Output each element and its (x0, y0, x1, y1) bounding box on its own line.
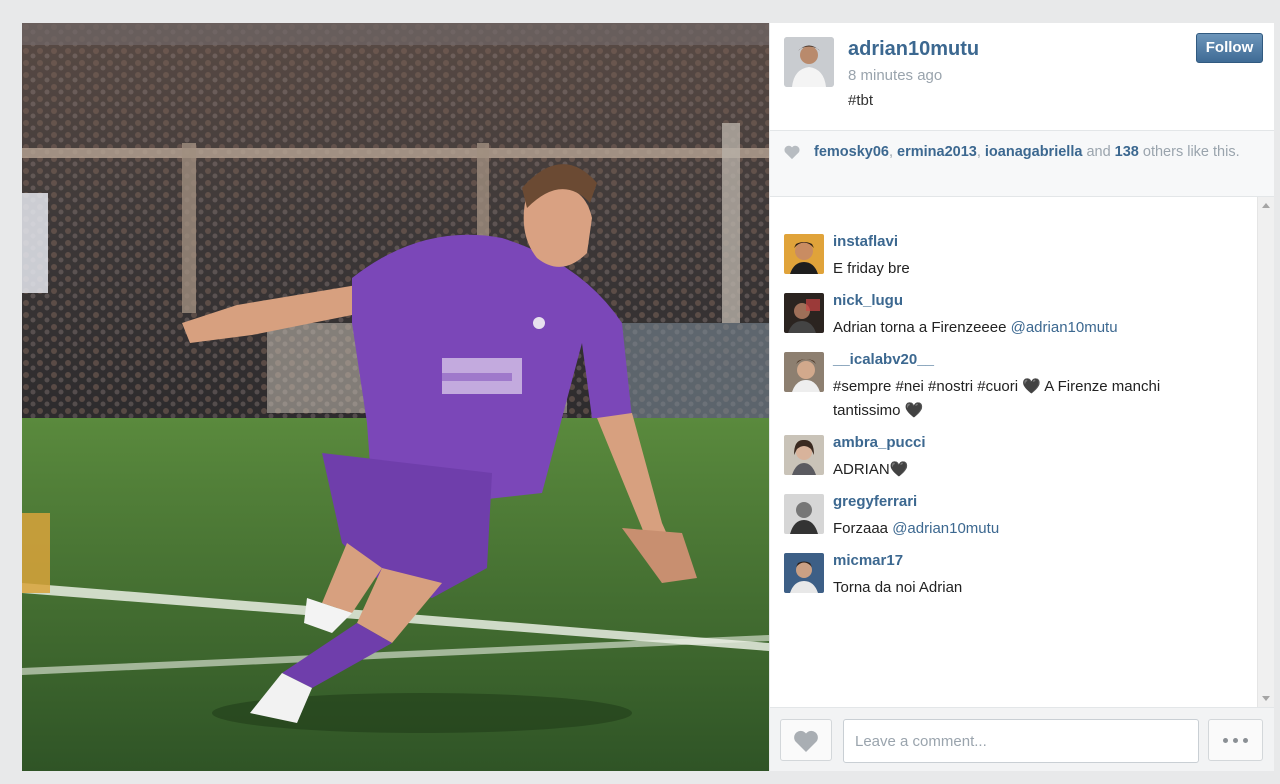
author-username[interactable]: adrian10mutu (848, 38, 979, 61)
comment-footer (770, 707, 1274, 771)
comments-list: instaflavi E friday bre nick_lugu Adrian… (770, 197, 1260, 705)
post-caption: #tbt (848, 92, 874, 109)
others-text: others like this. (1138, 144, 1240, 160)
comment-input[interactable] (843, 719, 1199, 763)
comment-body: Adrian torna a Firenzeeee (833, 319, 1011, 336)
post-details-panel: adrian10mutu 8 minutes ago #tbt Follow f… (770, 23, 1274, 771)
comments-scrollbar[interactable] (1257, 197, 1274, 707)
and-text: and (1082, 144, 1115, 160)
post-header: adrian10mutu 8 minutes ago #tbt Follow (770, 23, 1274, 131)
author-avatar[interactable] (784, 37, 834, 87)
more-options-button[interactable] (1208, 719, 1263, 761)
comment-text: Torna da noi Adrian (833, 579, 963, 596)
comment-text: Forzaaa @adrian10mutu (833, 517, 1213, 541)
commenter-avatar[interactable] (784, 352, 824, 392)
others-count[interactable]: 138 (1115, 144, 1139, 160)
commenter-avatar[interactable] (784, 293, 824, 333)
mention-link[interactable]: @adrian10mutu (1011, 319, 1118, 336)
comment-text: #sempre #nei #nostri #cuori 🖤 A Firenze … (833, 378, 1161, 419)
commenter-avatar[interactable] (784, 435, 824, 475)
commenter-avatar[interactable] (784, 494, 824, 534)
comment-text: ADRIAN🖤 (833, 461, 909, 478)
comment-username[interactable]: ambra_pucci (833, 434, 926, 451)
comment-body: Forzaaa (833, 520, 893, 537)
liker-link[interactable]: ermina2013 (897, 144, 977, 160)
liker-link[interactable]: femosky06 (814, 144, 889, 160)
comment-text: Adrian torna a Firenzeeee @adrian10mutu (833, 316, 1213, 340)
ellipsis-icon (1223, 737, 1228, 743)
separator: , (888, 144, 898, 160)
post-timestamp[interactable]: 8 minutes ago (848, 67, 942, 84)
post-photo[interactable] (22, 23, 769, 771)
heart-icon (794, 730, 818, 752)
ellipsis-icon (1243, 737, 1248, 743)
liker-link[interactable]: ioanagabriella (985, 144, 1083, 160)
comment-username[interactable]: instaflavi (833, 233, 898, 250)
likes-text: femosky06, ermina2013, ioanagabriella an… (814, 142, 1254, 162)
heart-icon (784, 145, 800, 160)
comment-username[interactable]: __icalabv20__ (833, 351, 934, 368)
comment-username[interactable]: nick_lugu (833, 292, 903, 309)
mention-link[interactable]: @adrian10mutu (892, 520, 999, 537)
comment-username[interactable]: micmar17 (833, 552, 903, 569)
follow-button[interactable]: Follow (1196, 33, 1263, 63)
like-button[interactable] (780, 719, 832, 761)
scroll-up-arrow-icon[interactable] (1262, 203, 1270, 208)
comment-text: E friday bre (833, 260, 910, 277)
separator: , (976, 144, 985, 160)
likes-summary: femosky06, ermina2013, ioanagabriella an… (770, 131, 1274, 197)
scroll-down-arrow-icon[interactable] (1262, 696, 1270, 701)
ellipsis-icon (1233, 737, 1238, 743)
comment-username[interactable]: gregyferrari (833, 493, 917, 510)
commenter-avatar[interactable] (784, 234, 824, 274)
commenter-avatar[interactable] (784, 553, 824, 593)
